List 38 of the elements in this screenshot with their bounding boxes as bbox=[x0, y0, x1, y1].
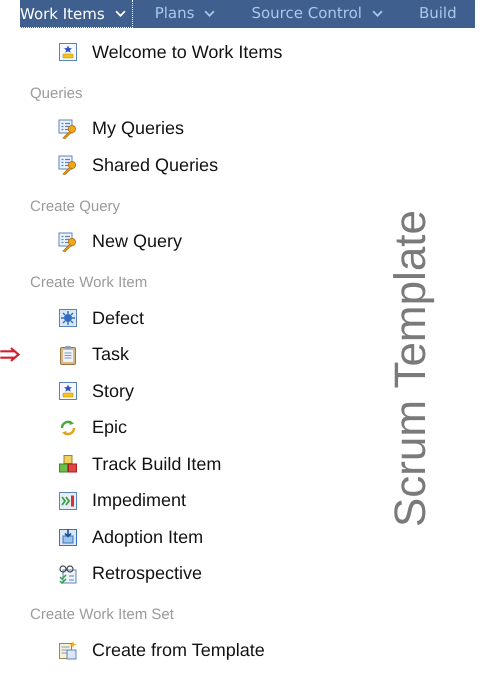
double-chevron-bar-icon bbox=[58, 490, 78, 511]
menu-link[interactable]: Epic bbox=[92, 417, 128, 438]
menu-link[interactable]: Adoption Item bbox=[92, 526, 204, 548]
section-heading: Create Work Item bbox=[30, 273, 148, 293]
menu-link[interactable]: Defect bbox=[92, 308, 144, 329]
menu-link[interactable]: New Query bbox=[92, 231, 182, 252]
menu-link[interactable]: Story bbox=[92, 380, 134, 402]
nav-tab[interactable]: Plans bbox=[154, 0, 230, 28]
menu-link[interactable]: My Queries bbox=[92, 118, 184, 140]
menu-link[interactable]: Track Build Item bbox=[92, 454, 222, 475]
menu-link[interactable]: Task bbox=[92, 344, 130, 366]
download-box-icon bbox=[58, 527, 78, 548]
story-icon bbox=[58, 42, 78, 62]
nav-tab[interactable]: Build bbox=[418, 0, 459, 28]
list-with-key-icon bbox=[58, 232, 78, 252]
bug-icon bbox=[58, 308, 78, 328]
story-icon bbox=[58, 381, 78, 402]
nav-tab[interactable]: Source Control bbox=[251, 0, 397, 28]
menu-link[interactable]: Shared Queries bbox=[92, 154, 218, 176]
menu-link[interactable]: Retrospective bbox=[92, 563, 202, 584]
section-heading: Create Work Item Set bbox=[30, 605, 175, 625]
caret-icon bbox=[114, 10, 126, 17]
list-with-key-icon bbox=[58, 155, 78, 176]
stacked-blocks-icon bbox=[58, 454, 78, 474]
document-with-star-icon bbox=[58, 640, 78, 660]
menu-link[interactable]: Welcome to Work Items bbox=[92, 42, 282, 63]
list-with-key-icon bbox=[58, 118, 78, 139]
menu-link[interactable]: Impediment bbox=[92, 490, 186, 512]
clipboard-icon bbox=[58, 344, 78, 365]
refresh-arrows-icon bbox=[58, 418, 78, 438]
section-heading: Create Query bbox=[30, 196, 122, 216]
section-heading: Queries bbox=[30, 84, 84, 104]
glasses-checklist-icon bbox=[58, 564, 78, 584]
caret-icon bbox=[204, 10, 216, 16]
caret-icon bbox=[372, 10, 383, 16]
menu-link[interactable]: Create from Template bbox=[92, 640, 265, 661]
nav-tab[interactable]: Work Items bbox=[20, 0, 133, 28]
side-title: Scrum Template bbox=[386, 210, 436, 527]
